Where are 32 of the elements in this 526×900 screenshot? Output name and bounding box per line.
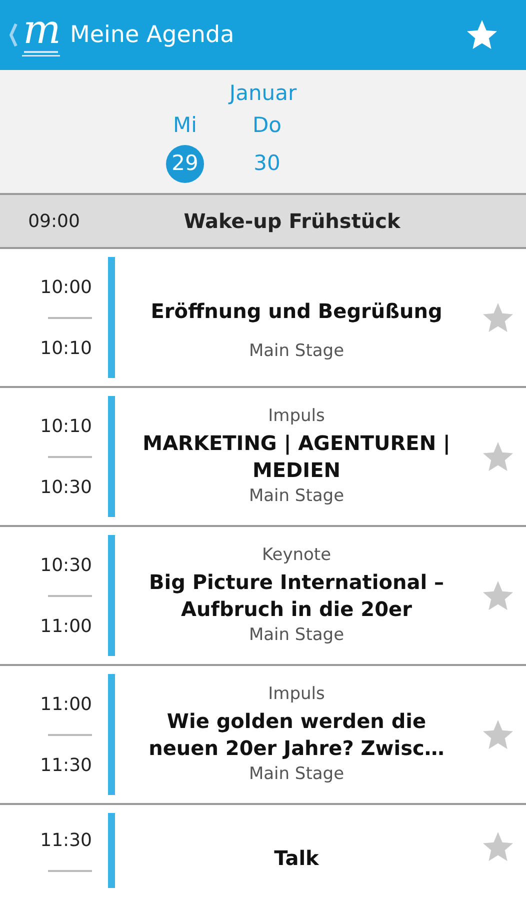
category-label: Impuls <box>268 405 325 428</box>
weekday-label: Mi <box>173 112 197 138</box>
time-label: 11:30 <box>40 754 92 778</box>
location-label: Main Stage <box>248 624 344 646</box>
page-title: Meine Agenda <box>70 20 236 50</box>
time-label: 11:30 <box>40 829 92 853</box>
time-label: 10:00 <box>40 276 92 300</box>
location-label: Main Stage <box>248 340 344 364</box>
session-title: Big Picture International – Aufbruch in die 20er <box>148 568 446 622</box>
category-label: Keynote <box>262 544 332 567</box>
location-label: Main Stage <box>248 762 344 786</box>
time-label: 10:10 <box>40 336 92 360</box>
session-title: MARKETING | AGENTUREN | MEDIEN <box>142 430 452 484</box>
time-label: 11:00 <box>40 692 92 716</box>
month-label: Januar <box>229 80 297 107</box>
time-label: 10:10 <box>40 414 92 438</box>
back-button[interactable]: m <box>8 10 62 60</box>
time-label: 11:00 <box>40 614 92 638</box>
session-title: Eröffnung und Begrüßung <box>150 298 442 326</box>
category-label: Impuls <box>268 683 325 706</box>
time-label: 09:00 <box>28 210 80 234</box>
time-label: 10:30 <box>40 554 92 578</box>
chevron-left-icon <box>8 22 18 48</box>
location-label: Main Stage <box>248 484 344 508</box>
logo: m <box>22 10 62 60</box>
session-title: Talk <box>274 845 319 872</box>
session-title: Wie golden werden die neuen 20er Jahre? Zwisc… <box>148 708 446 762</box>
date-button[interactable]: 29 <box>166 145 204 183</box>
break-title: Wake-up Frühstück <box>184 208 400 234</box>
weekday-label: Do <box>252 112 282 138</box>
date-button[interactable]: 30 <box>248 145 286 183</box>
time-label: 10:30 <box>40 476 92 500</box>
